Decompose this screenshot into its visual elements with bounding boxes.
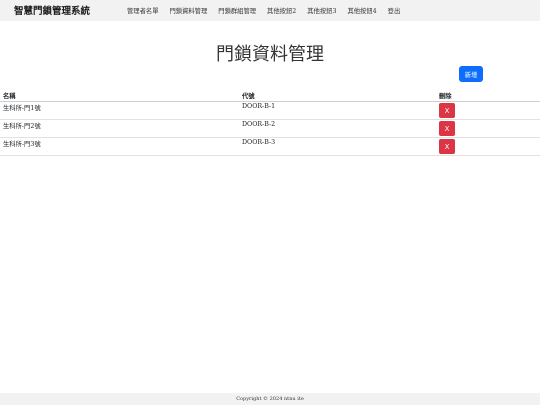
nav-links: 管理者名單 門鎖資料管理 門鎖群組管理 其他按鈕2 其他按鈕3 其他按鈕4 登出 — [127, 6, 400, 15]
nav-link-other-2[interactable]: 其他按鈕2 — [267, 6, 296, 15]
cell-code: DOOR-B-2 — [239, 119, 436, 138]
table-row: 生科所-門3號 DOOR-B-3 X — [0, 137, 540, 156]
nav-link-lock-data[interactable]: 門鎖資料管理 — [169, 6, 207, 15]
header-name: 名稱 — [0, 91, 239, 102]
nav-link-admin-list[interactable]: 管理者名單 — [127, 6, 158, 15]
cell-name: 生科所-門1號 — [0, 101, 239, 120]
table-row: 生科所-門2號 DOOR-B-2 X — [0, 119, 540, 138]
copyright-text: Copyright © 2024 ntnu ite — [236, 396, 304, 402]
table-header-row: 名稱 代號 刪除 — [0, 91, 540, 102]
delete-button[interactable]: X — [439, 103, 455, 118]
cell-name: 生科所-門3號 — [0, 137, 239, 156]
footer: Copyright © 2024 ntnu ite — [0, 393, 540, 405]
nav-link-logout[interactable]: 登出 — [388, 6, 401, 15]
page-title: 門鎖資料管理 — [216, 44, 324, 65]
cell-code: DOOR-B-3 — [239, 137, 436, 156]
header-delete: 刪除 — [436, 91, 540, 102]
lock-table: 名稱 代號 刪除 生科所-門1號 DOOR-B-1 X 生科所-門2號 DOOR… — [0, 91, 540, 156]
nav-link-other-3[interactable]: 其他按鈕3 — [307, 6, 336, 15]
cell-delete: X — [436, 101, 540, 120]
nav-link-other-4[interactable]: 其他按鈕4 — [347, 6, 376, 15]
cell-code: DOOR-B-1 — [239, 101, 436, 120]
cell-name: 生科所-門2號 — [0, 119, 239, 138]
header-code: 代號 — [239, 91, 436, 102]
top-navbar: 智慧門鎖管理系統 管理者名單 門鎖資料管理 門鎖群組管理 其他按鈕2 其他按鈕3… — [0, 0, 540, 21]
brand-title[interactable]: 智慧門鎖管理系統 — [14, 3, 90, 17]
cell-delete: X — [436, 119, 540, 138]
table-row: 生科所-門1號 DOOR-B-1 X — [0, 101, 540, 120]
add-button[interactable]: 新增 — [459, 66, 483, 82]
cell-delete: X — [436, 137, 540, 156]
delete-button[interactable]: X — [439, 139, 455, 154]
nav-link-lock-groups[interactable]: 門鎖群組管理 — [218, 6, 256, 15]
delete-button[interactable]: X — [439, 121, 455, 136]
